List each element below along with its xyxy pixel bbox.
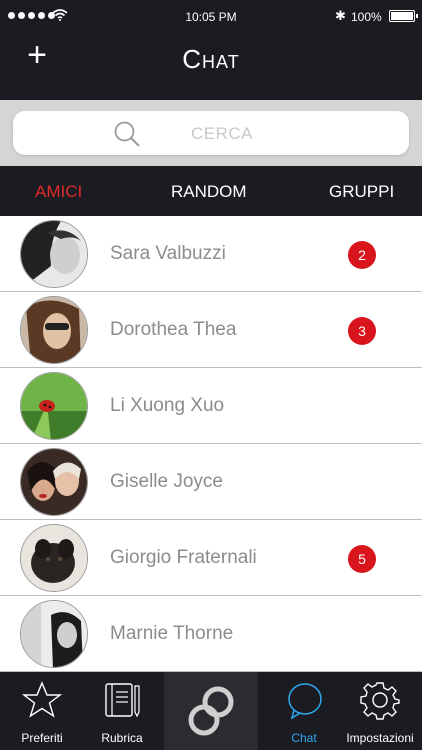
tab-rubrica[interactable]: Rubrica <box>80 672 164 750</box>
address-book-icon <box>105 683 140 718</box>
avatar <box>20 600 88 668</box>
contact-name: Giselle Joyce <box>110 471 223 492</box>
nav-bar: + Chat <box>0 34 422 100</box>
contact-name: Sara Valbuzzi <box>110 243 226 264</box>
list-item[interactable]: Giorgio Fraternali 5 <box>0 520 422 596</box>
page-title: Chat <box>182 44 240 74</box>
avatar <box>20 372 88 440</box>
chat-list: Sara Valbuzzi 2 Dorothea Thea 3 Li Xuong… <box>0 216 422 672</box>
list-item[interactable]: Sara Valbuzzi 2 <box>0 216 422 292</box>
search-area: CERCA <box>0 100 422 166</box>
tab-random[interactable]: RANDOM <box>171 182 247 202</box>
list-item[interactable]: Li Xuong Xuo <box>0 368 422 444</box>
battery-percent: 100% <box>351 10 382 24</box>
battery-icon <box>389 10 418 22</box>
tab-amici[interactable]: AMICI <box>35 182 82 202</box>
tab-label: Preferiti <box>21 731 63 745</box>
search-placeholder: CERCA <box>191 124 254 143</box>
tab-preferiti[interactable]: Preferiti <box>0 672 84 750</box>
contact-name: Giorgio Fraternali <box>110 547 257 568</box>
tab-impostazioni[interactable]: Impostazioni <box>338 672 422 750</box>
tab-label: Impostazioni <box>346 731 414 745</box>
bottom-tab-bar: Preferiti Rubrica Chat Impostazioni <box>0 672 422 750</box>
tab-gruppi[interactable]: GRUPPI <box>329 182 394 202</box>
list-item[interactable]: Giselle Joyce <box>0 444 422 520</box>
logo-icon <box>188 686 234 736</box>
star-icon <box>22 681 62 718</box>
search-input[interactable]: CERCA <box>13 111 409 155</box>
avatar <box>20 524 88 592</box>
contact-name: Li Xuong Xuo <box>110 395 225 416</box>
unread-badge: 3 <box>348 317 376 345</box>
list-item[interactable]: Marnie Thorne <box>0 596 422 672</box>
bluetooth-icon: ✱ <box>335 8 346 23</box>
chat-bubble-icon <box>288 683 322 720</box>
avatar <box>20 220 88 288</box>
search-icon <box>114 121 140 147</box>
contact-name: Marnie Thorne <box>110 623 234 644</box>
tab-label: Rubrica <box>101 731 143 745</box>
segment-tabs: AMICI RANDOM GRUPPI <box>0 166 422 216</box>
gear-icon <box>360 682 400 720</box>
unread-badge: 5 <box>348 545 376 573</box>
status-bar: 10:05 PM ✱ 100% <box>0 0 422 34</box>
unread-badge: 2 <box>348 241 376 269</box>
list-item[interactable]: Dorothea Thea 3 <box>0 292 422 368</box>
avatar <box>20 296 88 364</box>
tab-home[interactable] <box>164 672 258 750</box>
contact-name: Dorothea Thea <box>110 319 237 340</box>
avatar <box>20 448 88 516</box>
